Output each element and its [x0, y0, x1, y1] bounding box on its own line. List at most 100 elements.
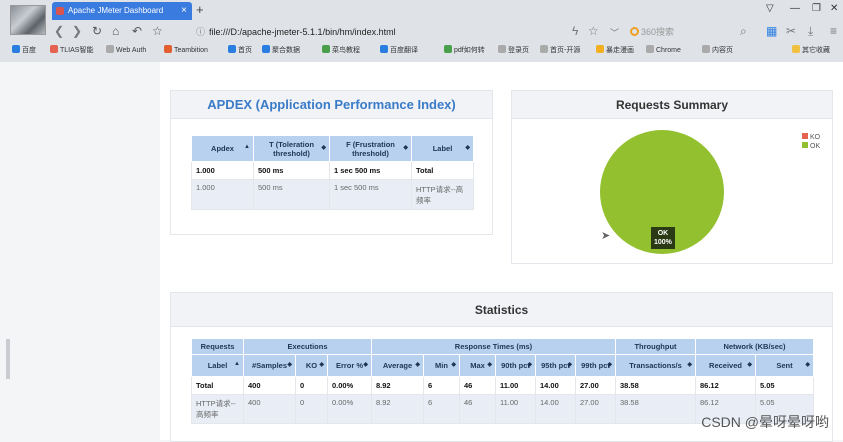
profile-avatar[interactable] — [10, 5, 46, 35]
bookmark-item[interactable]: 菜鸟教程 — [322, 45, 360, 57]
sort-icon: ◆ — [319, 361, 324, 368]
stats-cell: 38.58 — [616, 395, 696, 424]
bookmark-item[interactable]: 内容页 — [702, 45, 733, 57]
sort-icon: ◆ — [415, 361, 420, 368]
page-info-icon[interactable]: ⓘ — [196, 27, 205, 37]
sort-icon: ◆ — [487, 361, 492, 368]
stats-cell: 27.00 — [576, 377, 616, 395]
forward-icon[interactable]: ❯ — [72, 24, 82, 38]
stats-cell: 14.00 — [536, 395, 576, 424]
bookmark-icon — [646, 45, 654, 53]
bookmark-label: 百度翻译 — [390, 47, 418, 54]
download-icon[interactable]: ⤓ — [808, 24, 813, 39]
stats-col-header[interactable]: Transactions/s◆ — [616, 355, 696, 377]
chevron-down-icon[interactable]: ﹀ — [610, 26, 619, 39]
scissors-icon[interactable]: ✂ — [786, 24, 796, 38]
stats-col-header[interactable]: Label▲ — [192, 355, 244, 377]
group-response-times: Response Times (ms) — [372, 339, 616, 355]
mouse-cursor-icon: ➤ — [601, 229, 610, 242]
minimize-icon[interactable]: — — [790, 3, 800, 14]
bookmark-item[interactable]: 首页-开源 — [540, 45, 580, 57]
bookmark-item[interactable]: TLIAS智能 — [50, 45, 93, 57]
sort-icon: ◆ — [287, 361, 292, 368]
bookmark-star-icon[interactable]: ☆ — [588, 24, 599, 38]
apps-icon[interactable]: ▦ — [766, 24, 777, 38]
bookmark-icon — [106, 45, 114, 53]
bookmark-item[interactable]: 百度翻译 — [380, 45, 418, 57]
stats-col-header[interactable]: Average◆ — [372, 355, 424, 377]
scrollbar[interactable] — [6, 339, 10, 379]
pin-icon[interactable]: ▽ — [766, 3, 774, 14]
search-input[interactable]: 360搜索 — [630, 23, 674, 41]
bookmark-item[interactable]: Teambition — [164, 45, 208, 57]
stats-cell: 86.12 — [696, 377, 756, 395]
lightning-icon[interactable]: ϟ — [572, 24, 578, 38]
stats-col-header[interactable]: Received◆ — [696, 355, 756, 377]
window-close-icon[interactable]: ✕ — [830, 3, 838, 14]
label-cell: Total — [412, 162, 474, 180]
bookmark-item[interactable]: Web Auth — [106, 45, 146, 57]
stats-col-header[interactable]: Error %◆ — [328, 355, 372, 377]
bookmark-label: 内容页 — [712, 47, 733, 54]
search-icon[interactable]: ⌕ — [740, 24, 747, 39]
group-requests: Requests — [192, 339, 244, 355]
ko-swatch — [802, 133, 808, 139]
tab-jmeter-dashboard[interactable]: Apache JMeter Dashboard × — [52, 2, 192, 20]
new-tab-icon[interactable]: + — [196, 2, 204, 17]
stats-col-header[interactable]: 90th pct◆ — [496, 355, 536, 377]
apdex-table: Apdex▲ T (Toleration threshold)◆ F (Frus… — [191, 135, 474, 210]
bookmark-item[interactable]: 百度 — [12, 45, 36, 57]
menu-icon[interactable]: ≡ — [830, 24, 837, 38]
legend-item-ok[interactable]: OK — [802, 142, 820, 150]
undo-icon[interactable]: ↶ — [132, 24, 142, 38]
bookmark-item[interactable]: 其它收藏 — [792, 45, 830, 57]
bookmark-item[interactable]: 首页 — [228, 45, 252, 57]
legend-item-ko[interactable]: KO — [802, 133, 820, 141]
summary-header: Requests Summary — [512, 91, 832, 119]
stats-col-header[interactable]: 95th pct◆ — [536, 355, 576, 377]
jmeter-favicon-icon — [56, 7, 64, 15]
bookmark-icon — [380, 45, 388, 53]
apdex-col-apdex[interactable]: Apdex▲ — [192, 136, 254, 162]
apdex-col-frustration[interactable]: F (Frustration threshold)◆ — [330, 136, 412, 162]
apdex-col-toleration[interactable]: T (Toleration threshold)◆ — [254, 136, 330, 162]
browser-chrome: Apache JMeter Dashboard × + ▽ — ❐ ✕ ❮ ❯ … — [0, 0, 843, 62]
restore-icon[interactable]: ❐ — [812, 3, 821, 14]
apdex-col-label[interactable]: Label◆ — [412, 136, 474, 162]
pie-data-label: OK 100% — [651, 227, 675, 249]
stats-cell: 46 — [460, 395, 496, 424]
bookmark-icon — [444, 45, 452, 53]
sort-icon: ◆ — [527, 361, 532, 368]
stats-col-header[interactable]: Max◆ — [460, 355, 496, 377]
bookmark-item[interactable]: 聚合数据 — [262, 45, 300, 57]
legend-label: OK — [810, 143, 820, 150]
bookmark-label: Teambition — [174, 47, 208, 54]
stats-cell: 14.00 — [536, 377, 576, 395]
bookmark-label: 首页-开源 — [550, 47, 580, 54]
stats-col-header[interactable]: KO◆ — [296, 355, 328, 377]
stats-col-header[interactable]: #Samples◆ — [244, 355, 296, 377]
stats-cell: 6 — [424, 395, 460, 424]
bookmark-label: 暴走漫画 — [606, 47, 634, 54]
reload-icon[interactable]: ↻ — [92, 24, 102, 38]
bookmark-item[interactable]: 登录页 — [498, 45, 529, 57]
stats-col-header[interactable]: 99th pct◆ — [576, 355, 616, 377]
address-bar[interactable]: ⓘfile:///D:/apache-jmeter-5.1.1/bin/hm/i… — [196, 23, 396, 41]
stats-col-header[interactable]: Sent◆ — [756, 355, 814, 377]
star-icon[interactable]: ☆ — [152, 24, 163, 38]
table-row: 1.000 500 ms 1 sec 500 ms Total — [192, 162, 474, 180]
bookmark-item[interactable]: Chrome — [646, 45, 681, 57]
sort-icon: ◆ — [607, 361, 612, 368]
bookmark-item[interactable]: pdf如何转 — [444, 45, 485, 57]
stats-cell: 27.00 — [576, 395, 616, 424]
bookmark-item[interactable]: 暴走漫画 — [596, 45, 634, 57]
group-throughput: Throughput — [616, 339, 696, 355]
stats-col-header[interactable]: Min◆ — [424, 355, 460, 377]
legend-label: KO — [810, 134, 820, 141]
home-icon[interactable]: ⌂ — [112, 24, 119, 38]
back-icon[interactable]: ❮ — [54, 24, 64, 38]
stats-cell: 8.92 — [372, 395, 424, 424]
stats-cell: Total — [192, 377, 244, 395]
bookmark-label: 百度 — [22, 47, 36, 54]
close-icon[interactable]: × — [181, 2, 187, 20]
